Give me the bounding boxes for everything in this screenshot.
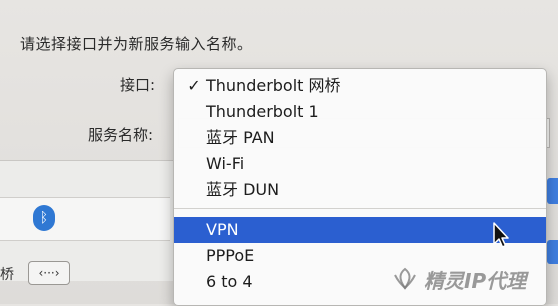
watermark-logo-icon — [394, 267, 416, 290]
menu-item-label: VPN — [206, 220, 239, 239]
new-service-sheet: 请选择接口并为新服务输入名称。 接口: 服务名称: ᛒ 桥 ‹···› ✓ Th… — [0, 0, 558, 306]
mouse-pointer-icon — [493, 222, 509, 248]
menu-item-bluetooth-pan[interactable]: 蓝牙 PAN — [174, 125, 546, 151]
bluetooth-icon: ᛒ — [33, 205, 55, 231]
interface-label: 接口: — [120, 76, 156, 94]
actions-button[interactable]: ‹···› — [28, 261, 70, 285]
service-name-label: 服务名称: — [88, 126, 154, 144]
menu-separator — [174, 208, 546, 209]
menu-item-label: Wi-Fi — [206, 154, 245, 173]
sheet-button-edge[interactable] — [547, 240, 558, 264]
menu-item-vpn[interactable]: VPN — [174, 217, 546, 243]
menu-item-wifi[interactable]: Wi-Fi — [174, 151, 546, 177]
service-list-row[interactable] — [0, 197, 170, 241]
menu-item-label: Thunderbolt 1 — [206, 102, 319, 121]
menu-item-label: Thunderbolt 网桥 — [206, 76, 341, 95]
menu-item-thunderbolt-1[interactable]: Thunderbolt 1 — [174, 99, 546, 125]
popup-arrow-button[interactable] — [547, 178, 558, 204]
menu-item-label: 蓝牙 PAN — [206, 128, 275, 147]
sheet-prompt: 请选择接口并为新服务输入名称。 — [20, 35, 253, 53]
menu-item-label: 蓝牙 DUN — [206, 180, 280, 199]
watermark-text: 精灵IP代理 — [424, 268, 527, 293]
bottom-label: 桥 — [0, 267, 14, 283]
watermark: 精灵IP代理 — [392, 264, 526, 294]
menu-item-bluetooth-dun[interactable]: 蓝牙 DUN — [174, 177, 546, 203]
menu-item-label: PPPoE — [206, 246, 255, 265]
menu-item-thunderbolt-bridge[interactable]: ✓ Thunderbolt 网桥 — [174, 73, 546, 99]
checkmark-icon: ✓ — [187, 76, 201, 95]
menu-item-label: 6 to 4 — [206, 272, 253, 291]
